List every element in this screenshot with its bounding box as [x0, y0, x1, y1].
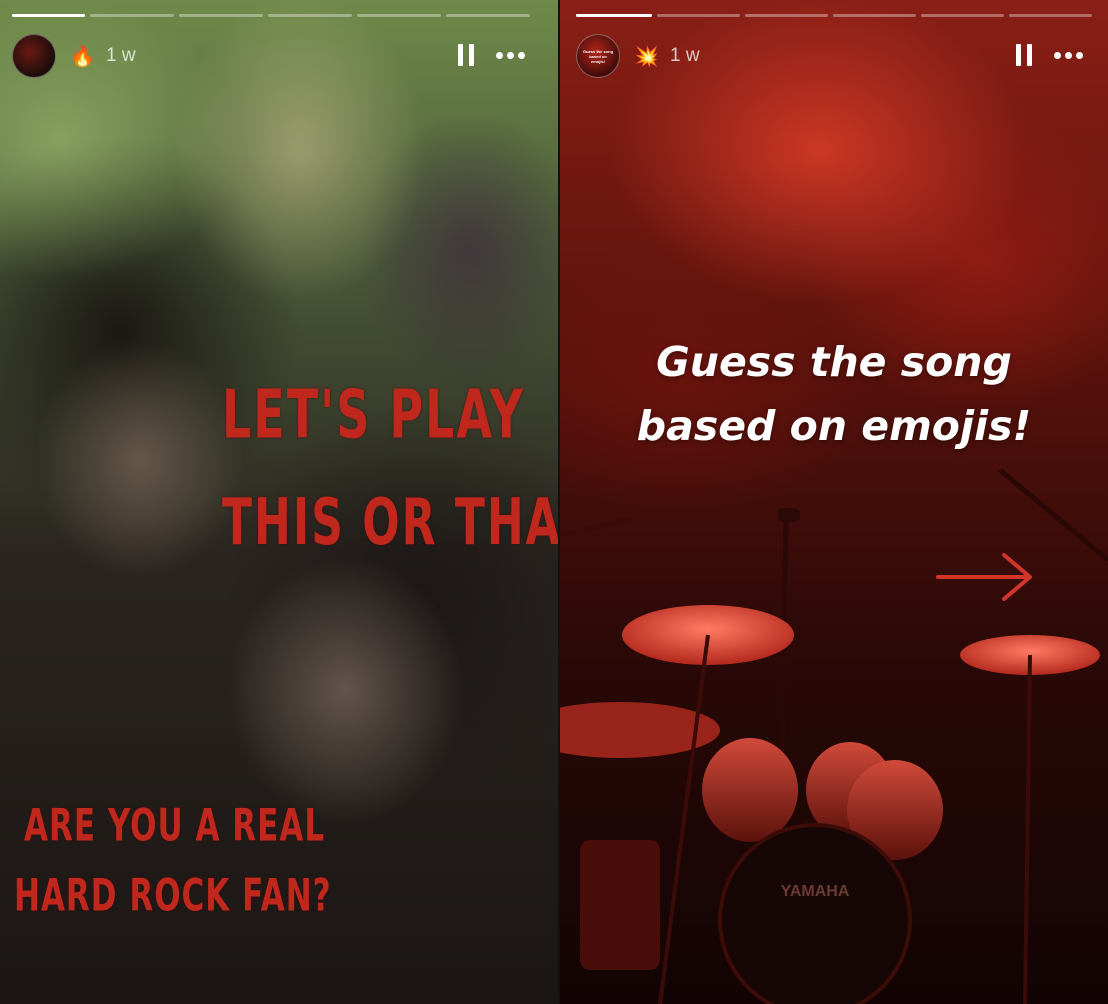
fire-emoji: 🔥 [70, 45, 95, 68]
prompt-text: Guess the song based on emojis! [560, 330, 1108, 458]
story-header: Guess the song based on emojis! 💥 1 w [576, 34, 700, 78]
subtitle-line-2: HARD ROCK FAN? [14, 870, 332, 923]
progress-segment [833, 14, 916, 17]
explosion-emoji: 💥 [634, 45, 659, 68]
story-header: 🔥 1 w [12, 34, 136, 78]
kick-drum [718, 823, 912, 1004]
progress-segment [921, 14, 1004, 17]
progress-segment [90, 14, 174, 17]
right-arrow-icon [936, 553, 1032, 601]
avatar[interactable]: Guess the song based on emojis! [576, 34, 620, 78]
avatar-caption: Guess the song based on emojis! [583, 48, 614, 64]
story-left[interactable]: 🔥 1 w LET'S PLAY THIS OR THAT ARE YOU A … [0, 0, 558, 1004]
story-right[interactable]: Guess the song based on emojis! 💥 1 w Gu… [560, 0, 1108, 1004]
progress-segment [576, 14, 652, 17]
story-controls [458, 44, 525, 66]
drum-brand: YAMAHA [781, 883, 850, 900]
progress-segment [268, 14, 352, 17]
more-options-icon[interactable] [1054, 51, 1083, 59]
story-controls [1016, 44, 1083, 66]
progress-segment [179, 14, 263, 17]
progress-bar [12, 14, 530, 17]
subtitle-line-1: ARE YOU A REAL [24, 800, 326, 853]
progress-segment [12, 14, 85, 17]
progress-bar [576, 14, 1092, 17]
drum-kit-illustration: YAMAHA [560, 468, 1108, 1004]
pause-icon[interactable] [458, 44, 474, 66]
progress-segment [357, 14, 441, 17]
progress-segment [745, 14, 828, 17]
title-line-2: THIS OR THAT [222, 486, 558, 560]
prompt-line-1: Guess the song [656, 338, 1012, 386]
pause-icon[interactable] [1016, 44, 1032, 66]
avatar[interactable] [12, 34, 56, 78]
more-options-icon[interactable] [496, 51, 525, 59]
progress-segment [657, 14, 740, 17]
progress-segment [1009, 14, 1092, 17]
progress-segment [446, 14, 530, 17]
post-time: 1 w [106, 45, 136, 66]
post-time: 1 w [670, 45, 700, 66]
prompt-line-2: based on emojis! [636, 402, 1032, 450]
title-line-1: LET'S PLAY [222, 375, 525, 454]
